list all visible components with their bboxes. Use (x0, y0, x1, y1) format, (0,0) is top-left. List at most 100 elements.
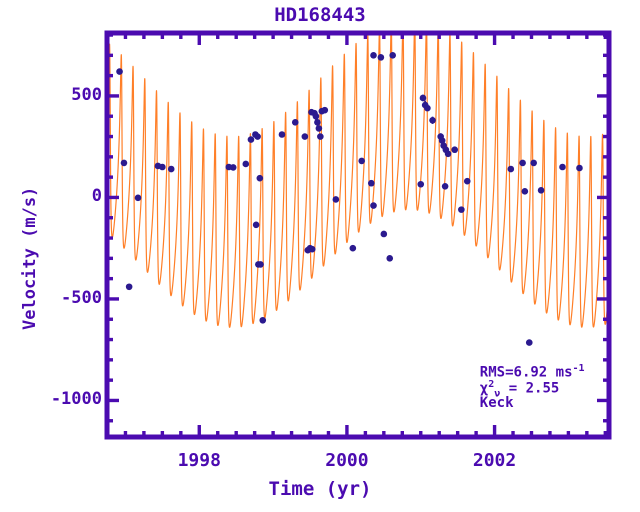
data-marker (308, 245, 316, 253)
data-point (252, 221, 260, 229)
data-point (321, 106, 329, 114)
data-point (444, 150, 452, 158)
data-marker (332, 196, 340, 203)
data-marker (419, 94, 427, 102)
data-marker (377, 54, 385, 61)
data-marker (301, 133, 309, 140)
data-point (507, 165, 515, 173)
data-point (125, 283, 133, 291)
data-point (256, 174, 264, 182)
data-marker (417, 180, 425, 188)
data-point (559, 163, 566, 171)
data-marker (278, 131, 286, 138)
data-points-layer (116, 52, 583, 346)
data-marker (367, 179, 375, 187)
x-tick-label-1998: 1998 (177, 450, 221, 471)
data-point (167, 165, 175, 173)
data-marker (389, 52, 396, 59)
data-point (278, 131, 286, 138)
data-marker (291, 119, 299, 126)
data-marker (559, 163, 566, 171)
data-marker (242, 160, 250, 168)
data-marker (120, 159, 128, 167)
x-tick-label-2002: 2002 (472, 450, 517, 471)
data-marker (229, 164, 237, 171)
x-tick-label-2000: 2000 (325, 450, 369, 471)
data-marker (167, 165, 175, 173)
annotation-rms: RMS=6.92 ms-1 (480, 363, 585, 381)
y-tick-label-500: 500 (71, 84, 102, 105)
data-marker (441, 182, 449, 190)
data-marker (424, 104, 431, 112)
data-marker (386, 255, 394, 262)
data-point (301, 133, 309, 140)
annotation-rms-exponent: -1 (572, 363, 585, 375)
data-point (576, 164, 583, 172)
data-marker (257, 261, 264, 268)
y-tick-label-neg500: -500 (61, 287, 102, 308)
data-marker (125, 283, 133, 291)
data-marker (116, 68, 123, 75)
data-point (259, 316, 267, 324)
data-point (389, 52, 396, 59)
data-marker (317, 133, 324, 140)
data-point (424, 104, 431, 112)
data-marker (247, 136, 255, 143)
data-point (530, 159, 537, 167)
data-point (308, 245, 316, 253)
data-marker (252, 221, 260, 229)
data-point (332, 196, 340, 203)
y-tick-label-neg1000: -1000 (50, 389, 102, 410)
data-point (429, 116, 436, 124)
data-point (134, 194, 142, 202)
data-marker (507, 165, 515, 173)
data-marker (254, 133, 261, 140)
model-curve (107, 33, 609, 328)
data-point (463, 177, 471, 185)
data-marker (349, 244, 357, 252)
data-point (386, 255, 394, 262)
data-point (419, 94, 427, 102)
annotation-dataset: Keck (479, 394, 514, 411)
data-point (257, 261, 264, 268)
data-marker (576, 164, 583, 172)
data-point (116, 68, 123, 75)
data-point (370, 202, 377, 209)
data-point (377, 54, 385, 61)
data-marker (259, 316, 267, 324)
data-point (441, 182, 449, 190)
data-point (315, 125, 323, 132)
data-marker (429, 116, 436, 124)
data-marker (530, 159, 537, 167)
data-point (521, 188, 529, 195)
data-point (242, 160, 250, 168)
data-point (229, 164, 237, 171)
data-point (358, 157, 365, 165)
data-point (349, 244, 357, 252)
radial-velocity-plot (104, 30, 612, 440)
data-marker (380, 230, 388, 238)
data-point (247, 136, 255, 143)
y-axis-title: Velocity (m/s) (20, 186, 40, 330)
data-point (317, 133, 324, 140)
data-marker (314, 119, 321, 126)
data-point (417, 180, 425, 188)
data-marker (451, 146, 459, 154)
data-point (159, 163, 166, 171)
data-marker (358, 157, 365, 165)
data-marker (463, 177, 471, 185)
x-axis-title: Time (yr) (268, 478, 372, 500)
data-point (291, 119, 299, 126)
data-point (458, 206, 465, 213)
data-marker (370, 202, 377, 209)
data-point (120, 159, 128, 167)
data-marker (321, 106, 329, 114)
data-point (254, 133, 261, 140)
data-marker (159, 163, 166, 171)
data-marker (256, 174, 264, 182)
data-marker (315, 125, 323, 132)
data-marker (312, 112, 320, 120)
data-marker (370, 52, 377, 59)
model-curve-layer (107, 33, 609, 328)
data-point (380, 230, 388, 238)
